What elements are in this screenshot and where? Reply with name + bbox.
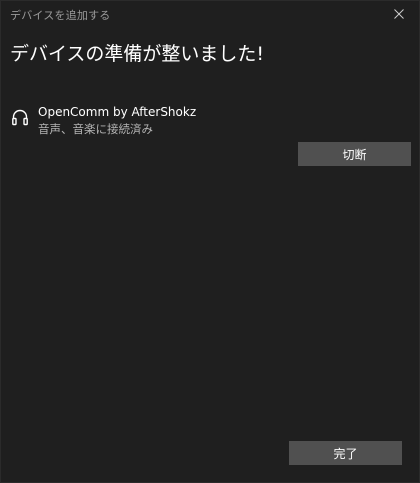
close-icon — [394, 9, 404, 19]
done-button[interactable]: 完了 — [289, 441, 402, 465]
add-device-dialog: デバイスを追加する デバイスの準備が整いました! OpenComm by Aft… — [0, 0, 420, 483]
title-bar: デバイスを追加する — [1, 1, 419, 27]
device-entry: OpenComm by AfterShokz 音声、音楽に接続済み — [10, 105, 330, 137]
page-title: デバイスの準備が整いました! — [10, 43, 265, 65]
close-button[interactable] — [379, 1, 419, 27]
headphones-icon — [12, 109, 28, 126]
device-status: 音声、音楽に接続済み — [38, 122, 153, 136]
disconnect-button[interactable]: 切断 — [298, 142, 411, 166]
window-title: デバイスを追加する — [10, 9, 111, 22]
device-name: OpenComm by AfterShokz — [38, 105, 197, 119]
